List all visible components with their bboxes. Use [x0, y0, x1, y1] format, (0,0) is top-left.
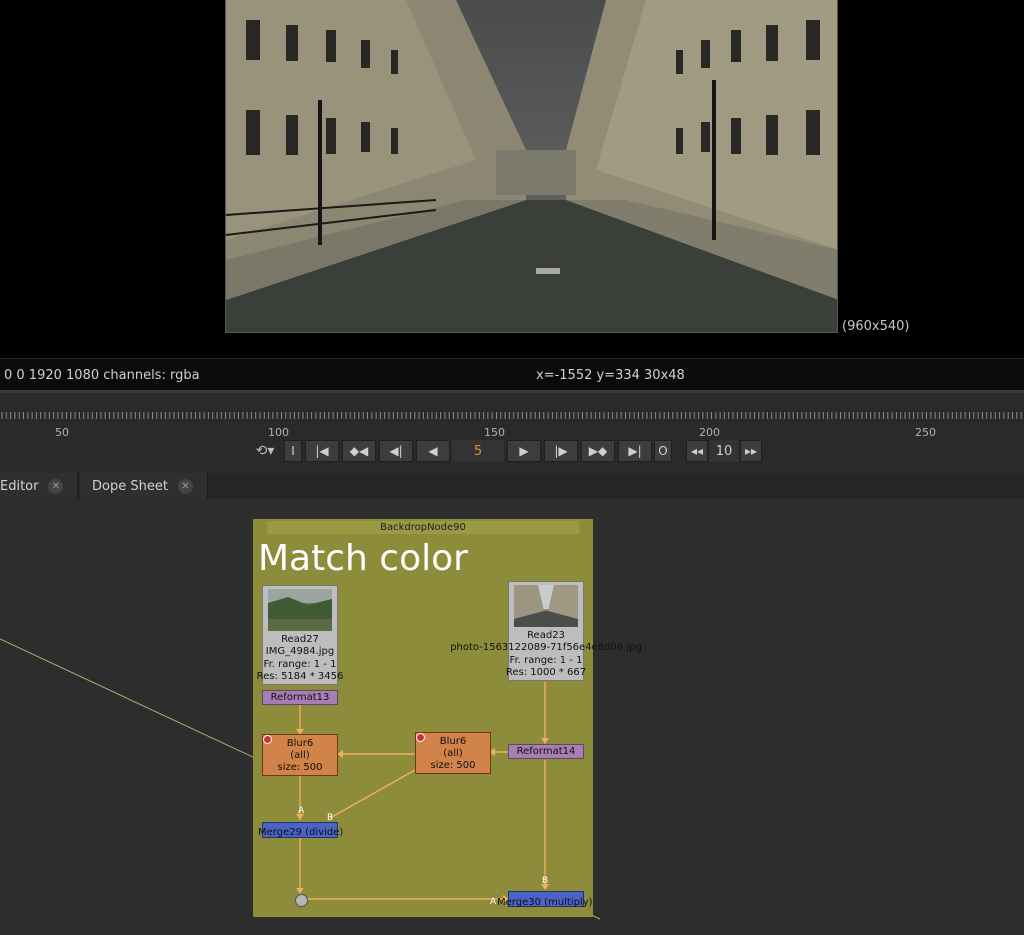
blur-node-name: Blur6	[286, 738, 314, 749]
blur-node-channels: (all)	[443, 748, 463, 759]
node-connections	[296, 682, 549, 903]
read-node-name: Read23	[527, 630, 565, 641]
merge-input-b-label: B	[327, 813, 334, 823]
reformat-node[interactable]: Reformat14	[508, 744, 584, 759]
read-node-resolution: Res: 1000 * 667	[505, 667, 587, 678]
read-node-file: photo-1563122089-71f56e4e8d06.jpg	[450, 642, 642, 653]
blur-node-size: size: 500	[277, 762, 323, 773]
read-node-resolution: Res: 5184 * 3456	[256, 671, 344, 682]
read-node-file: IMG_4984.jpg	[265, 646, 335, 657]
blur-node-size: size: 500	[430, 760, 476, 771]
blur-node[interactable]: Blur6 (all) size: 500	[262, 734, 338, 776]
read-node-range: Fr. range: 1 - 1	[509, 655, 583, 666]
disabled-mask-icon	[416, 733, 425, 742]
blur-node[interactable]: Blur6 (all) size: 500	[415, 732, 491, 774]
merge-input-a-label: A	[298, 806, 305, 816]
blur-node-name: Blur6	[439, 736, 467, 747]
merge-node-label: Merge29 (divide)	[258, 827, 344, 838]
merge-node-label: Merge30 (multiply)	[497, 897, 593, 908]
merge-input-b-label: B	[542, 876, 549, 886]
blur-node-channels: (all)	[290, 750, 310, 761]
read-node-name: Read27	[281, 634, 319, 645]
read-node-range: Fr. range: 1 - 1	[263, 659, 337, 670]
reformat-node[interactable]: Reformat13	[262, 690, 338, 705]
dot-node[interactable]	[295, 894, 308, 907]
disabled-mask-icon	[263, 735, 272, 744]
merge-input-a-label: A	[490, 897, 497, 907]
read-thumbnail	[268, 589, 332, 631]
read-thumbnail	[514, 585, 578, 627]
